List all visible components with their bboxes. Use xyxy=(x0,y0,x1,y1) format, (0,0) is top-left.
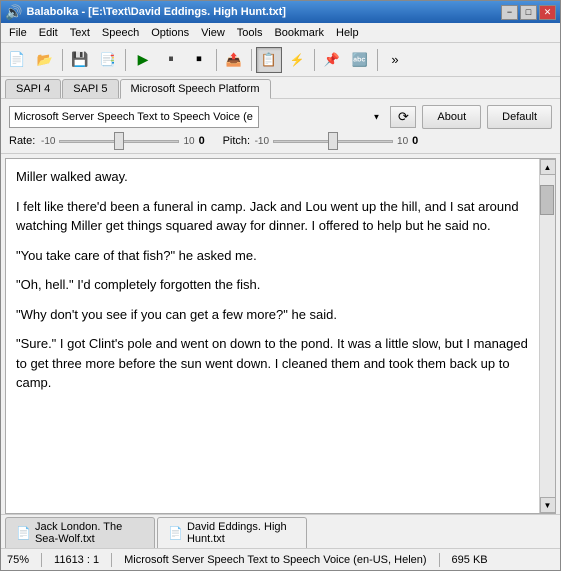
text-paragraph: "Why don't you see if you can get a few … xyxy=(16,305,529,325)
menu-item-file[interactable]: File xyxy=(3,25,33,41)
play-button[interactable]: ▶ xyxy=(130,47,156,73)
about-button[interactable]: About xyxy=(422,105,481,129)
file-tab-label-2: David Eddings. High Hunt.txt xyxy=(187,521,296,545)
pitch-min: -10 xyxy=(255,136,269,147)
export-button[interactable]: 📤 xyxy=(221,47,247,73)
toolbar-sep-2 xyxy=(125,49,126,71)
voice-panel: Microsoft Server Speech Text to Speech V… xyxy=(1,99,560,154)
voice-select-row: Microsoft Server Speech Text to Speech V… xyxy=(9,105,552,129)
status-sep-3 xyxy=(439,553,440,567)
toolbar: 📄 📂 💾 📑 ▶ ⏸ ⏹ 📤 📋 ⚡ 📌 🔤 » xyxy=(1,43,560,77)
file-tabs: 📄 Jack London. The Sea-Wolf.txt 📄 David … xyxy=(1,514,560,548)
status-zoom: 75% xyxy=(7,554,29,566)
text-paragraph: Miller walked away. xyxy=(16,167,529,187)
default-button[interactable]: Default xyxy=(487,105,552,129)
rate-label: Rate: xyxy=(9,135,37,147)
toolbar-sep-5 xyxy=(314,49,315,71)
menu-item-speech[interactable]: Speech xyxy=(96,25,145,41)
save-button[interactable]: 💾 xyxy=(67,47,93,73)
refresh-button[interactable]: ⟳ xyxy=(390,106,416,128)
file-tab-sea-wolf[interactable]: 📄 Jack London. The Sea-Wolf.txt xyxy=(5,517,155,548)
slider-row: Rate: -10 10 0 Pitch: -10 10 0 xyxy=(9,135,552,147)
scrollbar-thumb[interactable] xyxy=(540,185,554,215)
tab-sapi4[interactable]: SAPI 4 xyxy=(5,79,61,98)
rate-slider[interactable] xyxy=(59,140,179,143)
menu-item-view[interactable]: View xyxy=(195,25,231,41)
text-paragraph: "Oh, hell." I'd completely forgotten the… xyxy=(16,275,529,295)
titlebar: 🔊 Balabolka - [E:\Text\David Eddings. Hi… xyxy=(1,1,560,23)
scrollbar-down-button[interactable]: ▼ xyxy=(540,497,556,513)
pitch-value: 0 xyxy=(412,135,428,147)
close-button[interactable]: ✕ xyxy=(539,5,556,20)
file-tab-icon-2: 📄 xyxy=(168,526,183,540)
text-paragraph: I felt like there'd been a funeral in ca… xyxy=(16,197,529,236)
status-size: 695 KB xyxy=(452,554,488,566)
scrollbar: ▲ ▼ xyxy=(539,159,555,513)
voice-select[interactable]: Microsoft Server Speech Text to Speech V… xyxy=(9,106,259,128)
split-button[interactable]: ⚡ xyxy=(284,47,310,73)
status-sep-1 xyxy=(41,553,42,567)
rate-value: 0 xyxy=(199,135,215,147)
pitch-group: Pitch: -10 10 0 xyxy=(223,135,429,147)
new-button[interactable]: 📄 xyxy=(4,47,30,73)
saveas-button[interactable]: 📑 xyxy=(95,47,121,73)
active-doc-button[interactable]: 📋 xyxy=(256,47,282,73)
text-area-wrapper: Miller walked away. I felt like there'd b… xyxy=(5,158,556,514)
status-position: 11613 : 1 xyxy=(54,554,99,566)
statusbar: 75% 11613 : 1 Microsoft Server Speech Te… xyxy=(1,548,560,570)
clip1-button[interactable]: 📌 xyxy=(319,47,345,73)
scrollbar-track[interactable] xyxy=(540,175,555,497)
rate-group: Rate: -10 10 0 xyxy=(9,135,215,147)
text-paragraph: "You take care of that fish?" he asked m… xyxy=(16,246,529,266)
menu-item-bookmark[interactable]: Bookmark xyxy=(268,25,330,41)
menu-item-help[interactable]: Help xyxy=(330,25,365,41)
text-paragraph: "Sure." I got Clint's pole and went on d… xyxy=(16,334,529,393)
stop-button[interactable]: ⏹ xyxy=(186,47,212,73)
app-icon: 🔊 xyxy=(5,4,22,21)
pitch-label: Pitch: xyxy=(223,135,251,147)
file-tab-label-1: Jack London. The Sea-Wolf.txt xyxy=(35,521,144,545)
text-editor[interactable]: Miller walked away. I felt like there'd b… xyxy=(6,159,539,513)
tab-sapi5[interactable]: SAPI 5 xyxy=(62,79,118,98)
maximize-button[interactable]: □ xyxy=(520,5,537,20)
toolbar-sep-6 xyxy=(377,49,378,71)
toolbar-sep-1 xyxy=(62,49,63,71)
rate-min: -10 xyxy=(41,136,55,147)
menu-item-text[interactable]: Text xyxy=(64,25,96,41)
status-voice: Microsoft Server Speech Text to Speech V… xyxy=(124,554,426,566)
menubar: FileEditTextSpeechOptionsViewToolsBookma… xyxy=(1,23,560,43)
file-tab-high-hunt[interactable]: 📄 David Eddings. High Hunt.txt xyxy=(157,517,307,548)
pitch-slider[interactable] xyxy=(273,140,393,143)
clip2-button[interactable]: 🔤 xyxy=(347,47,373,73)
status-sep-2 xyxy=(111,553,112,567)
file-tab-icon-1: 📄 xyxy=(16,526,31,540)
main-window: 🔊 Balabolka - [E:\Text\David Eddings. Hi… xyxy=(0,0,561,571)
minimize-button[interactable]: − xyxy=(501,5,518,20)
pause-button[interactable]: ⏸ xyxy=(158,47,184,73)
pitch-max: 10 xyxy=(397,136,408,147)
more-button[interactable]: » xyxy=(382,47,408,73)
scrollbar-up-button[interactable]: ▲ xyxy=(540,159,556,175)
window-title: Balabolka - [E:\Text\David Eddings. High… xyxy=(26,6,286,18)
rate-max: 10 xyxy=(183,136,194,147)
menu-item-tools[interactable]: Tools xyxy=(231,25,269,41)
window-controls: − □ ✕ xyxy=(501,5,556,20)
tab-microsoft-speech[interactable]: Microsoft Speech Platform xyxy=(120,79,271,99)
menu-item-options[interactable]: Options xyxy=(145,25,195,41)
toolbar-sep-3 xyxy=(216,49,217,71)
titlebar-left: 🔊 Balabolka - [E:\Text\David Eddings. Hi… xyxy=(5,4,286,21)
voice-select-wrapper: Microsoft Server Speech Text to Speech V… xyxy=(9,106,384,128)
menu-item-edit[interactable]: Edit xyxy=(33,25,64,41)
open-button[interactable]: 📂 xyxy=(32,47,58,73)
tts-tabs: SAPI 4 SAPI 5 Microsoft Speech Platform xyxy=(1,77,560,99)
toolbar-sep-4 xyxy=(251,49,252,71)
